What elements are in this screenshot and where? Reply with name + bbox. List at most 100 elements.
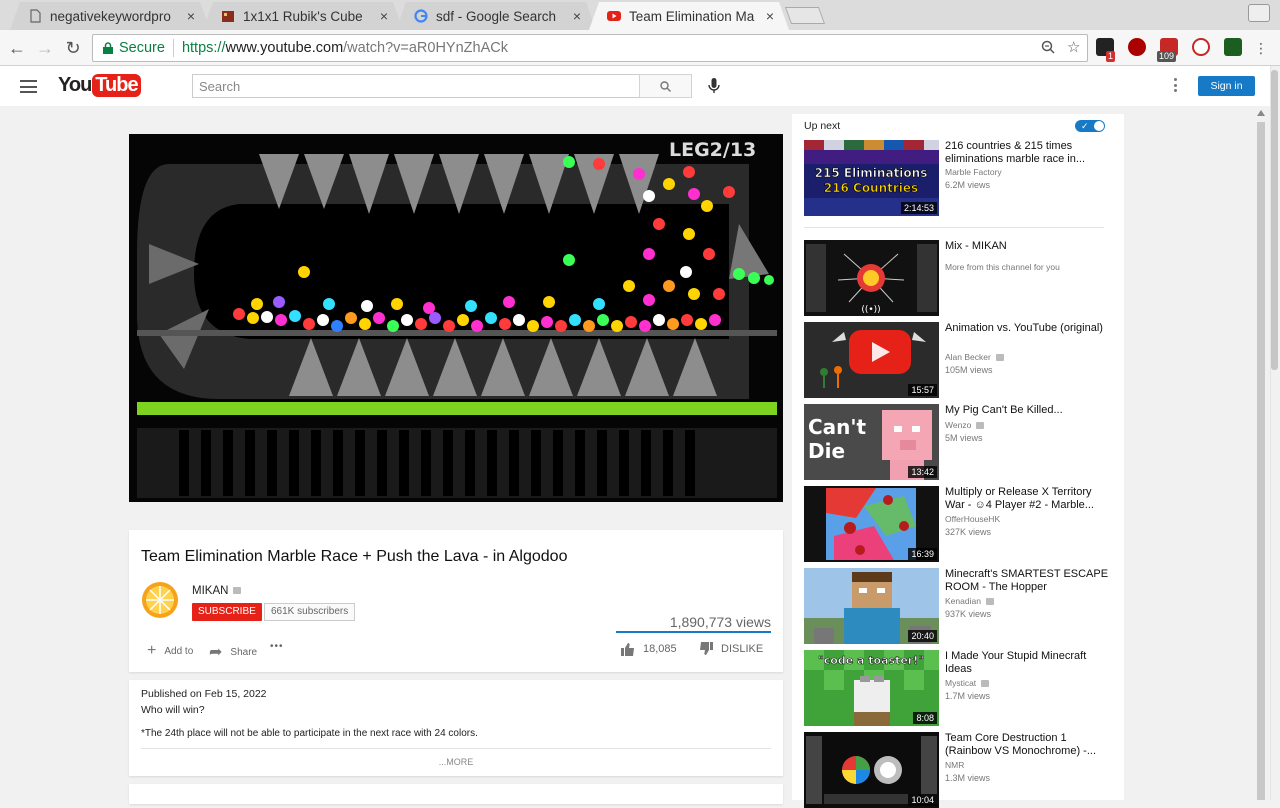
browser-toolbar: ← → ↻ Secure https://www.youtube.com/wat… bbox=[0, 30, 1280, 66]
url-protocol: https:// bbox=[181, 40, 226, 56]
video-thumbnail[interactable]: 16:39 bbox=[804, 486, 939, 562]
recommended-video[interactable]: Can't Die 13:42 My Pig Can't Be Killed..… bbox=[804, 404, 1114, 480]
channel-name: Alan Becker bbox=[945, 352, 1004, 362]
video-thumbnail[interactable]: 20:40 bbox=[804, 568, 939, 644]
video-duration: 15:57 bbox=[908, 384, 937, 396]
tab-title: negativekeywordpro bbox=[50, 8, 171, 24]
video-title[interactable]: Animation vs. YouTube (original) bbox=[945, 322, 1110, 335]
view-count: 327K views bbox=[945, 527, 992, 537]
video-thumbnail[interactable]: Can't Die 13:42 bbox=[804, 404, 939, 480]
profile-icon[interactable] bbox=[1248, 4, 1270, 22]
more-options-icon[interactable] bbox=[1170, 78, 1180, 96]
video-title[interactable]: I Made Your Stupid Minecraft Ideas bbox=[945, 650, 1110, 676]
subscribe-button[interactable]: SUBSCRIBE bbox=[192, 603, 262, 621]
channel-name[interactable]: MIKAN bbox=[192, 585, 242, 597]
recommended-video[interactable]: "code a toaster!" 8:08 I Made Your Stupi… bbox=[804, 650, 1114, 726]
extension-icon[interactable] bbox=[1128, 38, 1146, 56]
search-input[interactable]: Search bbox=[192, 74, 640, 98]
channel-name: Kenadian bbox=[945, 596, 994, 606]
youtube-logo[interactable]: You Tube bbox=[58, 74, 141, 97]
close-tab-icon[interactable]: × bbox=[763, 8, 777, 24]
view-count: 1,890,773 views bbox=[669, 614, 771, 630]
show-more-button[interactable]: ...MORE bbox=[129, 757, 783, 767]
video-player[interactable]: LEG2/13 bbox=[129, 134, 783, 502]
extension-icon[interactable] bbox=[1192, 38, 1210, 56]
video-thumbnail[interactable]: "code a toaster!" 8:08 bbox=[804, 650, 939, 726]
check-icon: ✓ bbox=[1081, 121, 1089, 131]
video-title[interactable]: 216 countries & 215 times eliminations m… bbox=[945, 140, 1110, 166]
dislike-button[interactable]: DISLIKE bbox=[699, 642, 763, 656]
address-bar[interactable]: Secure https://www.youtube.com/watch?v=a… bbox=[92, 34, 1088, 62]
view-count: 105M views bbox=[945, 365, 993, 375]
channel-name-text: MIKAN bbox=[192, 585, 229, 597]
search-button[interactable] bbox=[639, 74, 692, 98]
add-to-button[interactable]: + Add to bbox=[147, 642, 193, 660]
autoplay-toggle[interactable]: ✓ bbox=[1075, 120, 1105, 132]
zoom-icon[interactable] bbox=[1041, 40, 1055, 58]
recommended-video[interactable]: 215 Eliminations 216 Countries 2:14:53 2… bbox=[804, 140, 1114, 216]
verified-icon bbox=[233, 587, 242, 595]
video-duration: 8:08 bbox=[913, 712, 937, 724]
video-thumbnail[interactable]: ((•)) bbox=[804, 240, 939, 316]
back-icon[interactable]: ← bbox=[6, 37, 28, 59]
window-scrollbar-thumb[interactable] bbox=[1271, 70, 1278, 370]
view-count: 6.2M views bbox=[945, 180, 991, 190]
video-title[interactable]: My Pig Can't Be Killed... bbox=[945, 404, 1110, 417]
up-next-panel: Up next ✓ 215 Eliminations 216 Countries… bbox=[792, 114, 1124, 808]
divider bbox=[141, 748, 771, 749]
browser-tab-1[interactable]: negativekeywordpro × bbox=[10, 2, 210, 30]
video-title[interactable]: Mix - MIKAN bbox=[945, 240, 1110, 253]
url-path: /watch?v=aR0HYnZhACk bbox=[343, 40, 508, 56]
view-count: 1.3M views bbox=[945, 773, 991, 783]
lock-icon bbox=[103, 42, 113, 54]
browser-menu-icon[interactable]: ⋮ bbox=[1250, 37, 1272, 59]
description-line: Who will win? bbox=[141, 704, 205, 716]
svg-text:((•)): ((•)) bbox=[861, 305, 880, 315]
plus-icon: + bbox=[147, 642, 157, 659]
new-tab-button[interactable] bbox=[784, 7, 826, 24]
more-actions-button[interactable]: ••• bbox=[270, 641, 284, 652]
hamburger-menu-icon[interactable] bbox=[20, 80, 37, 93]
browser-tab-3[interactable]: sdf - Google Search × bbox=[396, 2, 596, 30]
verified-icon bbox=[981, 680, 990, 688]
recommended-video[interactable]: 15:57 Animation vs. YouTube (original) A… bbox=[804, 322, 1114, 398]
video-thumbnail[interactable]: 215 Eliminations 216 Countries 2:14:53 bbox=[804, 140, 939, 216]
browser-tab-4-active[interactable]: Team Elimination Ma × bbox=[589, 2, 789, 30]
share-icon: ➦ bbox=[209, 644, 223, 661]
reload-icon[interactable]: ↻ bbox=[62, 37, 84, 59]
add-to-label: Add to bbox=[164, 645, 194, 657]
close-tab-icon[interactable]: × bbox=[377, 8, 391, 24]
page-scrollbar[interactable] bbox=[1255, 108, 1267, 800]
extension-badge: 1 bbox=[1106, 51, 1116, 62]
extension-icon[interactable] bbox=[1224, 38, 1242, 56]
recommended-video[interactable]: 20:40 Minecraft's SMARTEST ESCAPE ROOM -… bbox=[804, 568, 1114, 644]
microphone-icon[interactable] bbox=[708, 78, 720, 94]
divider bbox=[804, 227, 1104, 228]
video-thumbnail[interactable]: 15:57 bbox=[804, 322, 939, 398]
video-title[interactable]: Minecraft's SMARTEST ESCAPE ROOM - The H… bbox=[945, 568, 1110, 594]
thumbs-down-icon bbox=[700, 642, 713, 655]
close-tab-icon[interactable]: × bbox=[570, 8, 584, 24]
thumbnail-text: Can't bbox=[808, 415, 867, 439]
recommended-video[interactable]: 16:39 Multiply or Release X Territory Wa… bbox=[804, 486, 1114, 562]
video-thumbnail[interactable]: 10:04 bbox=[804, 732, 939, 808]
share-label: Share bbox=[230, 646, 258, 658]
share-button[interactable]: ➦ Share bbox=[209, 642, 257, 662]
like-button[interactable]: 18,085 bbox=[621, 642, 677, 656]
dislike-label: DISLIKE bbox=[721, 643, 764, 655]
channel-name-text: Mysticat bbox=[945, 678, 977, 688]
browser-tab-2[interactable]: 1x1x1 Rubik's Cube × bbox=[203, 2, 403, 30]
thumbnail-text: 216 Countries bbox=[824, 181, 918, 195]
forward-icon[interactable]: → bbox=[34, 37, 56, 59]
google-icon bbox=[414, 9, 428, 23]
bookmark-star-icon[interactable]: ☆ bbox=[1067, 38, 1080, 56]
close-tab-icon[interactable]: × bbox=[184, 8, 198, 24]
recommended-video[interactable]: 10:04 Team Core Destruction 1 (Rainbow V… bbox=[804, 732, 1114, 808]
thumbnail-text: 215 Eliminations bbox=[815, 166, 928, 180]
logo-tube-text: Tube bbox=[92, 74, 141, 97]
video-title[interactable]: Multiply or Release X Territory War - ☺4… bbox=[945, 486, 1110, 512]
recommended-video[interactable]: ((•)) Mix - MIKAN More from this channel… bbox=[804, 240, 1114, 316]
channel-avatar[interactable] bbox=[141, 581, 179, 619]
video-title[interactable]: Team Core Destruction 1 (Rainbow VS Mono… bbox=[945, 732, 1110, 758]
sign-in-button[interactable]: Sign in bbox=[1198, 76, 1255, 96]
